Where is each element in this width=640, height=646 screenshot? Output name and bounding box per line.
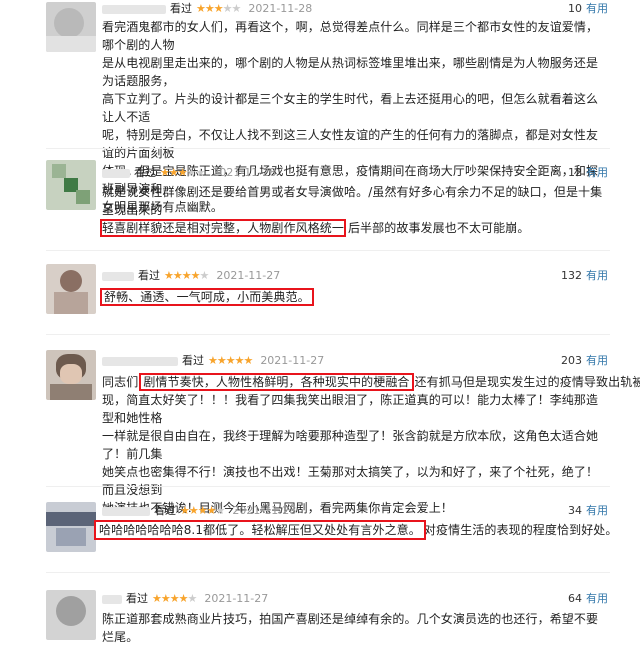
divider xyxy=(46,148,610,149)
text-line: 一样就是很自由自在，我终于理解为啥要那种造型了！张含韵就是方欣本欣，这角色太适合… xyxy=(102,429,599,461)
review-meta: 看过 ★★★★★ 2021-11-27 xyxy=(102,352,324,370)
watched-label: 看过 xyxy=(126,592,148,605)
highlighted-phrase: 舒畅、通透、一气呵成，小而美典范。 xyxy=(100,288,314,306)
text-line: 现，简直太好笑了！！！我看了四集我笑出眼泪了，陈正道真的可以！能力太棒了！李纯那… xyxy=(102,393,599,425)
review-date: 2021-11-28 xyxy=(248,2,313,15)
text-segment: 后半部的故事发展也不太可能崩。 xyxy=(347,221,530,235)
highlighted-phrase: 剧情节奏快，人物性格鲜明，各种现实中的梗融合 xyxy=(139,373,414,391)
review-text: 舒畅、通透、一气呵成，小而美典范。 xyxy=(100,288,610,306)
rating-stars: ★★★★★ xyxy=(208,354,253,367)
review-item: 看过 ★★★★★ 2021-11-28 12 有用 就是说女性群像剧还是要给首男或者女… xyxy=(0,160,640,240)
rating-stars: ★★★★★ xyxy=(160,166,205,179)
avatar[interactable] xyxy=(46,264,96,314)
avatar[interactable] xyxy=(46,502,96,552)
vote-area: 64 有用 xyxy=(568,590,608,608)
review-meta: 看过 ★★★★★ 2021-11-28 xyxy=(102,502,296,520)
vote-count: 34 xyxy=(568,504,582,517)
vote-area: 34 有用 xyxy=(568,502,608,520)
avatar[interactable] xyxy=(46,350,96,400)
review-text: 就是说女性群像剧还是要给首男或者女导演做哈。/虽然有好多心有余力不足的缺口，但是… xyxy=(99,183,610,237)
rating-stars: ★★★★★ xyxy=(152,592,197,605)
useful-button[interactable]: 有用 xyxy=(586,269,608,282)
vote-count: 64 xyxy=(568,592,582,605)
review-meta: 看过 ★★★★★ 2021-11-28 xyxy=(102,0,312,18)
username[interactable] xyxy=(102,594,122,604)
watched-label: 看过 xyxy=(182,354,204,367)
review-item: 看过 ★★★★★ 2021-11-27 132 有用 舒畅、通透、一气呵成，小而美典范… xyxy=(0,264,640,324)
text-line: 轻喜剧样貌还是相对完整，人物剧作风格统一 后半部的故事发展也不太可能崩。 xyxy=(99,219,610,237)
review-date: 2021-11-27 xyxy=(260,354,325,367)
username[interactable] xyxy=(102,356,178,366)
avatar[interactable] xyxy=(46,2,96,52)
rating-stars: ★★★★★ xyxy=(164,269,209,282)
review-date: 2021-11-28 xyxy=(232,504,297,517)
avatar[interactable] xyxy=(46,160,96,210)
review-item: 看过 ★★★★★ 2021-11-28 10 有用 看完酒鬼都市的女人们，再看这个，啊… xyxy=(0,0,640,214)
text-segment: 同志们 xyxy=(102,375,139,389)
highlighted-phrase: 轻喜剧样貌还是相对完整，人物剧作风格统一 xyxy=(99,219,347,237)
review-meta: 看过 ★★★★★ 2021-11-28 xyxy=(102,164,276,182)
watched-label: 看过 xyxy=(170,2,192,15)
text-line: 哈哈哈哈哈哈哈8.1都低了。轻松解压但又处处有言外之意。 对疫情生活的表现的程度恰… xyxy=(94,520,618,540)
review-date: 2021-11-27 xyxy=(216,269,281,282)
vote-area: 12 有用 xyxy=(568,164,608,182)
review-text: 同志们 剧情节奏快，人物性格鲜明，各种现实中的梗融合 还有抓马但是现实发生过的疫情导… xyxy=(102,373,640,517)
watched-label: 看过 xyxy=(138,269,160,282)
avatar[interactable] xyxy=(46,590,96,640)
text-line: 高下立判了。片头的设计都是三个女主的学生时代，看上去还挺用心的吧，但怎么就看着这… xyxy=(102,92,599,124)
review-item: 看过 ★★★★★ 2021-11-27 203 有用 同志们 剧情节奏快，人物性格鲜明，… xyxy=(0,350,640,515)
text-line: 她笑点也密集得不行！演技也不出戏！王菊那对太搞笑了，以为和好了，来了个社死，绝了… xyxy=(102,465,599,497)
watched-label: 看过 xyxy=(154,504,176,517)
text-line: 舒畅、通透、一气呵成，小而美典范。 xyxy=(100,288,610,306)
text-segment: 对疫情生活的表现的程度恰到好处。 xyxy=(423,523,618,537)
review-meta: 看过 ★★★★★ 2021-11-27 xyxy=(102,267,280,285)
useful-button[interactable]: 有用 xyxy=(586,592,608,605)
review-meta: 看过 ★★★★★ 2021-11-27 xyxy=(102,590,268,608)
text-line: 呢，特别是旁白，不仅让人找不到这三人女性友谊的产生的任何有力的落脚点，都是对女性… xyxy=(102,128,599,160)
rating-stars: ★★★★★ xyxy=(180,504,225,517)
text-line: 同志们 剧情节奏快，人物性格鲜明，各种现实中的梗融合 还有抓马但是现实发生过的疫情导… xyxy=(102,373,640,391)
divider xyxy=(46,250,610,251)
username[interactable] xyxy=(102,168,130,178)
text-segment: 还有抓马但是现实发生过的疫情导致出轨被发 xyxy=(414,375,640,389)
divider xyxy=(46,334,610,335)
vote-count: 10 xyxy=(568,2,582,15)
vote-count: 203 xyxy=(561,354,582,367)
review-date: 2021-11-27 xyxy=(204,592,269,605)
vote-area: 10 有用 xyxy=(568,0,608,18)
divider xyxy=(46,486,610,487)
rating-stars: ★★★★★ xyxy=(196,2,241,15)
text-line: 是从电视剧里走出来的，哪个剧的人物是从热词标签堆里堆出来，哪些剧情是为人物服务还… xyxy=(102,56,599,88)
review-item: 看过 ★★★★★ 2021-11-27 64 有用 陈正道那套成熟商业片技巧，拍国产喜… xyxy=(0,590,640,644)
username[interactable] xyxy=(102,4,166,14)
useful-button[interactable]: 有用 xyxy=(586,2,608,15)
vote-count: 12 xyxy=(568,166,582,179)
username[interactable] xyxy=(102,271,134,281)
divider xyxy=(46,572,610,573)
useful-button[interactable]: 有用 xyxy=(586,354,608,367)
useful-button[interactable]: 有用 xyxy=(586,166,608,179)
username[interactable] xyxy=(102,506,150,516)
text-line: 看完酒鬼都市的女人们，再看这个，啊，总觉得差点什么。同样是三个都市女性的友谊爱情… xyxy=(102,20,599,52)
review-item: 看过 ★★★★★ 2021-11-28 34 有用 哈哈哈哈哈哈哈8.1都低了。轻松解… xyxy=(0,502,640,564)
review-date: 2021-11-28 xyxy=(212,166,277,179)
watched-label: 看过 xyxy=(134,166,156,179)
vote-area: 203 有用 xyxy=(561,352,608,370)
vote-count: 132 xyxy=(561,269,582,282)
useful-button[interactable]: 有用 xyxy=(586,504,608,517)
vote-area: 132 有用 xyxy=(561,267,608,285)
review-text: 哈哈哈哈哈哈哈8.1都低了。轻松解压但又处处有言外之意。 对疫情生活的表现的程度恰… xyxy=(94,520,618,540)
text-line: 就是说女性群像剧还是要给首男或者女导演做哈。/虽然有好多心有余力不足的缺口，但是… xyxy=(102,185,603,217)
highlighted-phrase: 哈哈哈哈哈哈哈8.1都低了。轻松解压但又处处有言外之意。 xyxy=(94,520,426,540)
